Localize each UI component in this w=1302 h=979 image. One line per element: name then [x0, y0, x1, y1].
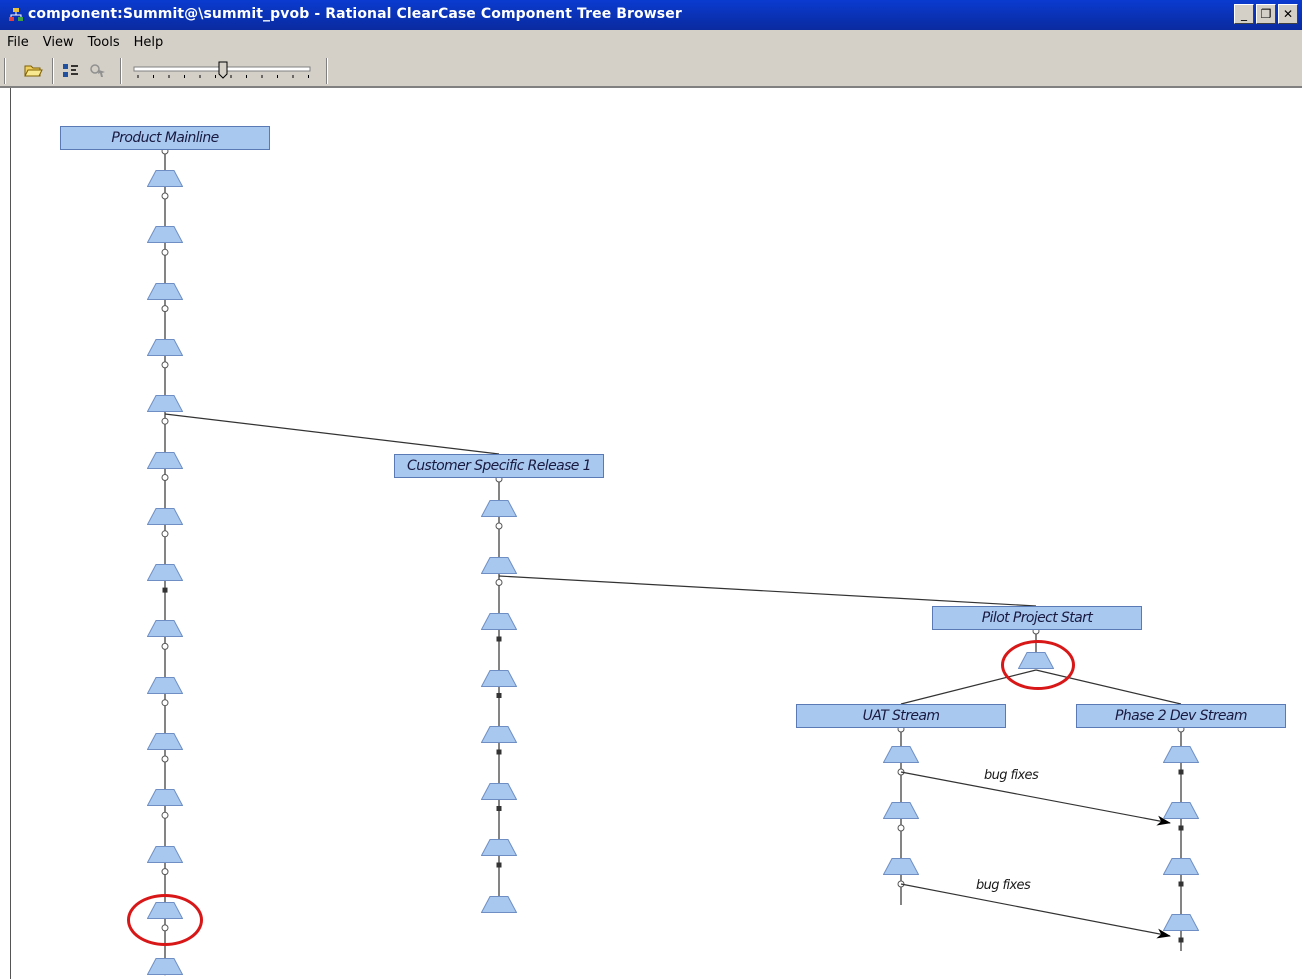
baseline-connector-node: [1178, 881, 1184, 887]
baseline-node[interactable]: [147, 676, 183, 694]
baseline-node[interactable]: [1163, 914, 1199, 931]
stream-uat[interactable]: UAT Stream: [796, 704, 1006, 728]
pointer-button[interactable]: [86, 59, 108, 81]
open-folder-icon: [24, 65, 43, 77]
open-button[interactable]: [22, 59, 44, 81]
baseline-node[interactable]: [147, 789, 183, 807]
baseline-node[interactable]: [1163, 802, 1199, 819]
minimize-button[interactable]: _: [1234, 4, 1254, 24]
baseline-node[interactable]: [883, 746, 919, 763]
baseline-node[interactable]: [147, 395, 183, 413]
menu-view[interactable]: View: [36, 35, 81, 50]
baseline-node[interactable]: [147, 170, 183, 187]
toolbar-separator: [52, 58, 54, 84]
title-bar[interactable]: component:Summit@\summit_pvob - Rational…: [0, 0, 1302, 30]
menu-help[interactable]: Help: [127, 35, 171, 50]
window-title: component:Summit@\summit_pvob - Rational…: [28, 6, 682, 22]
baseline-connector-node: [161, 811, 169, 819]
baseline-node[interactable]: [883, 802, 919, 819]
baseline-node[interactable]: [147, 338, 183, 356]
toolbar-separator: [326, 58, 328, 84]
toolbar-separator: [120, 58, 122, 84]
baseline-node[interactable]: [883, 858, 919, 875]
baseline-node[interactable]: [481, 500, 517, 517]
baseline-node[interactable]: [147, 564, 183, 582]
baseline-node[interactable]: [1018, 652, 1054, 669]
baseline-node[interactable]: [147, 620, 183, 638]
baseline-connector-node: [496, 806, 502, 811]
baseline-node[interactable]: [147, 901, 183, 919]
baseline-node[interactable]: [481, 782, 517, 800]
toolbar-grip: [4, 58, 6, 84]
pointer-icon: [90, 64, 105, 77]
component-tree-canvas[interactable]: Product Mainline Customer Specific Relea…: [0, 88, 1302, 979]
baseline-node[interactable]: [481, 669, 517, 687]
menu-file[interactable]: File: [0, 35, 36, 50]
baseline-connector-node: [161, 755, 169, 763]
baseline-connector-node: [161, 248, 169, 256]
tree-layout-icon: [63, 64, 78, 77]
toolbar: [0, 54, 1302, 88]
menu-bar: File View Tools Help: [0, 30, 1302, 54]
baseline-connector-node: [496, 636, 502, 642]
baseline-node[interactable]: [481, 726, 517, 743]
stream-customer-release[interactable]: Customer Specific Release 1: [394, 454, 604, 478]
baseline-connector-node: [161, 192, 169, 200]
baseline-node[interactable]: [481, 556, 517, 574]
baseline-node[interactable]: [147, 226, 183, 244]
baseline-connector-node: [1178, 769, 1184, 775]
baseline-connector-node: [162, 587, 168, 593]
baseline-connector-node: [496, 749, 502, 755]
baseline-connector-node: [161, 868, 169, 876]
baseline-node[interactable]: [147, 845, 183, 863]
delivery-arrow: [900, 883, 1171, 939]
baseline-node[interactable]: [147, 507, 183, 525]
baseline-node[interactable]: [481, 839, 517, 856]
baseline-node[interactable]: [1163, 746, 1199, 763]
tree-layout-button[interactable]: [60, 59, 82, 81]
maximize-button[interactable]: ❐: [1256, 4, 1276, 24]
tree-connectors: [161, 147, 1185, 976]
menu-tools[interactable]: Tools: [81, 35, 127, 50]
baseline-connector-node: [161, 530, 169, 538]
baseline-connector-node: [1178, 825, 1184, 831]
baseline-connector-node: [1178, 937, 1184, 943]
connector-line: [164, 413, 500, 455]
baseline-node[interactable]: [481, 895, 517, 913]
baseline-node[interactable]: [1163, 858, 1199, 875]
delivery-arrow-label: bug fixes: [976, 878, 1031, 893]
connector-line: [498, 575, 1037, 607]
baseline-connector-node: [161, 642, 169, 650]
baseline-connector-node: [161, 474, 169, 481]
baseline-connector-node: [496, 693, 502, 698]
baseline-connector-node: [496, 862, 502, 868]
baseline-connector-node: [897, 824, 905, 832]
baseline-connector-node: [495, 522, 503, 530]
stream-product-mainline[interactable]: Product Mainline: [60, 126, 270, 150]
zoom-slider-thumb: [218, 61, 228, 79]
delivery-arrow-label: bug fixes: [984, 768, 1039, 783]
baseline-connector-node: [161, 305, 169, 313]
baseline-node[interactable]: [147, 282, 183, 300]
baseline-connector-node: [161, 699, 169, 707]
baseline-connector-node: [495, 579, 503, 586]
stream-phase2-dev[interactable]: Phase 2 Dev Stream: [1076, 704, 1286, 728]
baseline-node[interactable]: [147, 958, 183, 976]
baseline-connector-node: [161, 361, 169, 369]
baseline-node[interactable]: [147, 451, 183, 469]
baseline-node[interactable]: [481, 613, 517, 630]
baseline-node[interactable]: [147, 733, 183, 750]
close-button[interactable]: ✕: [1278, 4, 1298, 24]
app-icon: [9, 8, 23, 21]
zoom-slider[interactable]: [132, 59, 312, 81]
baseline-connector-node: [161, 417, 169, 425]
stream-pilot-project[interactable]: Pilot Project Start: [932, 606, 1142, 630]
